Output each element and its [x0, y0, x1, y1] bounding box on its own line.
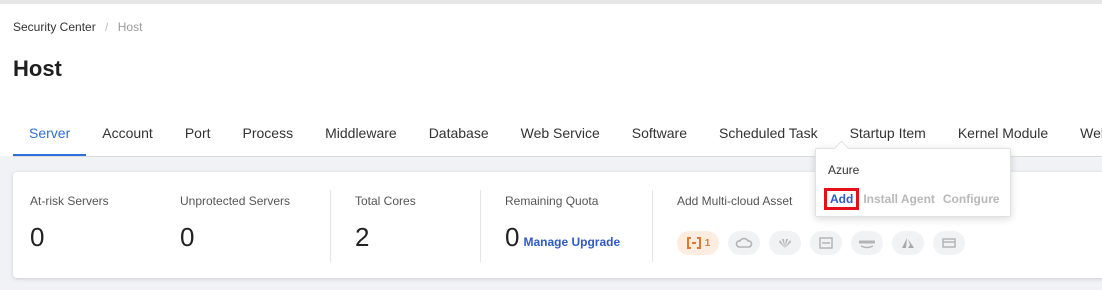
alibaba-cloud-glyph	[686, 237, 701, 249]
metric-label: Total Cores	[355, 194, 416, 208]
breadcrumb: Security Center / Host	[13, 20, 142, 34]
tab-account[interactable]: Account	[86, 118, 169, 155]
breadcrumb-root[interactable]: Security Center	[13, 20, 96, 34]
breadcrumb-current: Host	[117, 20, 143, 34]
huawei-cloud-icon[interactable]	[769, 231, 801, 255]
azure-popover: Azure Add Install Agent Configure	[815, 140, 1011, 217]
metric-total-cores: Total Cores 2	[355, 194, 416, 253]
metric-value: 2	[355, 222, 370, 252]
configure-button[interactable]: Configure	[943, 192, 1000, 206]
metric-value[interactable]: 0	[180, 222, 290, 253]
metric-label: At-risk Servers	[30, 194, 109, 208]
huawei-glyph	[779, 239, 791, 248]
tab-scheduled-task[interactable]: Scheduled Task	[703, 118, 834, 155]
provider-count-badge: 1	[704, 237, 711, 249]
aws-icon[interactable]	[851, 231, 883, 255]
tab-software[interactable]: Software	[616, 118, 703, 155]
tab-port[interactable]: Port	[169, 118, 227, 155]
metric-unprotected-servers[interactable]: Unprotected Servers 0	[180, 194, 290, 253]
azure-icon[interactable]	[892, 231, 924, 255]
tab-web-service[interactable]: Web Service	[505, 118, 616, 155]
idc-icon[interactable]	[810, 231, 842, 255]
alibaba-cloud-icon[interactable]: 1	[677, 231, 719, 255]
breadcrumb-separator: /	[105, 20, 109, 34]
divider	[330, 190, 331, 262]
aws-glyph	[859, 240, 875, 249]
tab-server[interactable]: Server	[13, 118, 87, 156]
popover-actions: Add Install Agent Configure	[824, 188, 1000, 210]
divider	[480, 190, 481, 262]
tencent-cloud-icon[interactable]	[728, 231, 760, 255]
tencent-cloud-glyph	[735, 237, 753, 248]
multicloud-section: Add Multi-cloud Asset	[677, 194, 792, 208]
metric-label: Unprotected Servers	[180, 194, 291, 208]
metric-value: 0	[505, 222, 520, 252]
tab-website[interactable]: Websi	[1064, 118, 1102, 155]
add-button[interactable]: Add	[824, 188, 860, 210]
install-agent-button[interactable]: Install Agent	[863, 192, 935, 206]
page-title: Host	[13, 56, 62, 81]
manage-upgrade-link[interactable]: Manage Upgrade	[523, 235, 620, 249]
idc-glyph	[819, 237, 833, 249]
other-cloud-icon[interactable]	[933, 231, 965, 255]
metric-at-risk-servers[interactable]: At-risk Servers 0	[30, 194, 109, 253]
other-cloud-glyph	[942, 238, 956, 248]
tab-process[interactable]: Process	[227, 118, 310, 155]
popover-title: Azure	[828, 163, 860, 177]
cloud-provider-list: 1	[677, 231, 974, 255]
divider	[652, 190, 653, 262]
azure-glyph	[902, 238, 914, 248]
metric-remaining-quota: Remaining Quota 0 Manage Upgrade	[505, 194, 620, 253]
multicloud-label: Add Multi-cloud Asset	[677, 194, 793, 208]
tab-middleware[interactable]: Middleware	[309, 118, 413, 155]
tab-database[interactable]: Database	[413, 118, 505, 155]
metric-label: Remaining Quota	[505, 194, 599, 208]
metric-value[interactable]: 0	[30, 222, 109, 253]
